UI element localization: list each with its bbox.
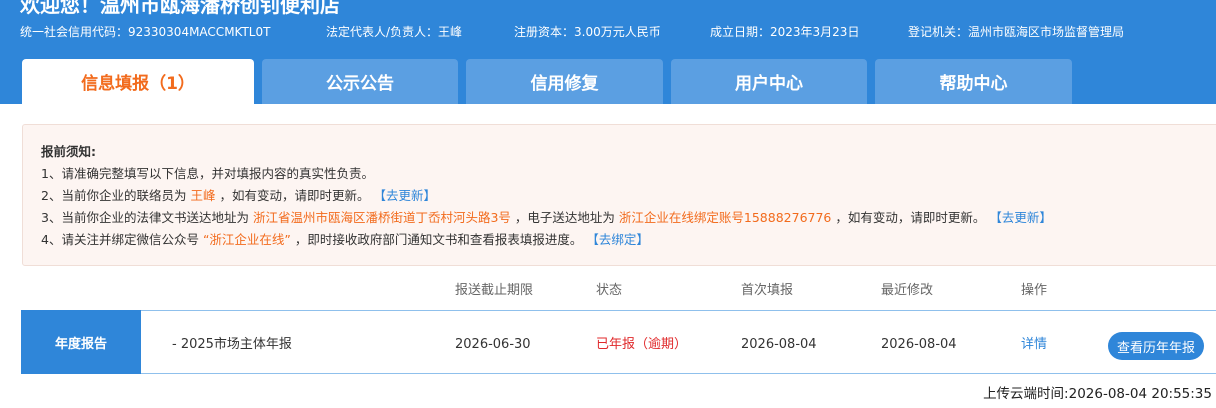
notice-line-3: 3、当前你企业的法律文书送达地址为 浙江省温州市瓯海区潘桥街道丁岙村河头路3号 … [41,208,1052,228]
column-header-first-filed: 首次填报 [741,283,794,298]
delivery-address: 浙江省温州市瓯海区潘桥街道丁岙村河头路3号 [252,210,511,225]
row-category-label: 年度报告 [21,310,141,374]
status-badge: 已年报（逾期） [596,337,688,352]
notice-line-4: 4、请关注并绑定微信公众号 “浙江企业在线” ，即时接收政府部门通知文书和查看报… [41,230,649,250]
liaison-name: 王峰 [190,188,216,203]
notice-line-4-suffix: ，即时接收政府部门通知文书和查看报表填报进度。 [294,232,583,247]
detail-link[interactable]: 详情 [1021,336,1047,354]
founded-date: 成立日期：2023年3月23日 [710,25,860,39]
column-header-last-modified: 最近修改 [881,283,934,298]
column-header-deadline: 报送截止期限 [455,283,534,298]
report-deadline: 2026-06-30 [455,337,531,352]
notice-line-3-prefix: 3、当前你企业的法律文书送达地址为 [41,210,249,225]
view-history-reports-button[interactable]: 查看历年年报 [1108,332,1204,360]
report-name: - 2025市场主体年报 [172,337,292,352]
notice-line-4-prefix: 4、请关注并绑定微信公众号 [41,232,199,247]
wechat-account-name: “浙江企业在线” [202,232,291,247]
tab-public-notices[interactable]: 公示公告 [262,59,458,104]
column-header-status: 状态 [596,283,623,298]
tab-credit-repair[interactable]: 信用修复 [466,59,663,104]
notice-line-3-suffix: ，如有变动，请即时更新。 [835,210,986,225]
notice-line-2-prefix: 2、当前你企业的联络员为 [41,188,187,203]
pre-filing-notice: 报前须知: 1、请准确完整填写以下信息，并对填报内容的真实性负责。 2、当前你企… [22,124,1216,266]
tab-help-center[interactable]: 帮助中心 [875,59,1072,104]
notice-title: 报前须知: [41,144,96,159]
legal-representative: 法定代表人/负责人：王峰 [326,25,463,39]
upload-time-text: 上传云端时间:2026-08-04 20:55:35 [983,386,1212,402]
tab-user-center[interactable]: 用户中心 [671,59,867,104]
update-address-link[interactable]: 【去更新】 [989,210,1052,225]
notice-line-1: 1、请准确完整填写以下信息，并对填报内容的真实性负责。 [41,166,374,181]
header-banner: 欢迎您！温州市瓯海潘桥创钊便利店 统一社会信用代码：92330304MACCMK… [0,0,1216,104]
update-liaison-link[interactable]: 【去更新】 [373,188,436,203]
welcome-title: 欢迎您！温州市瓯海潘桥创钊便利店 [20,0,340,17]
column-header-actions: 操作 [1021,283,1048,298]
last-modified-date: 2026-08-04 [881,337,957,352]
electronic-address: 浙江企业在线绑定账号15888276776 [618,210,832,225]
notice-line-2: 2、当前你企业的联络员为 王峰 ，如有变动，请即时更新。 【去更新】 [41,186,436,206]
credit-code: 统一社会信用代码：92330304MACCMKTL0T [20,25,271,39]
registration-authority: 登记机关：温州市瓯海区市场监督管理局 [908,25,1125,39]
bind-wechat-link[interactable]: 【去绑定】 [586,232,649,247]
notice-line-2-suffix: ，如有变动，请即时更新。 [219,188,370,203]
registered-capital: 注册资本：3.00万元人民币 [514,25,661,39]
first-filed-date: 2026-08-04 [741,337,817,352]
notice-line-3-mid: ，电子送达地址为 [514,210,615,225]
tab-info-filing[interactable]: 信息填报（1） [22,59,254,104]
